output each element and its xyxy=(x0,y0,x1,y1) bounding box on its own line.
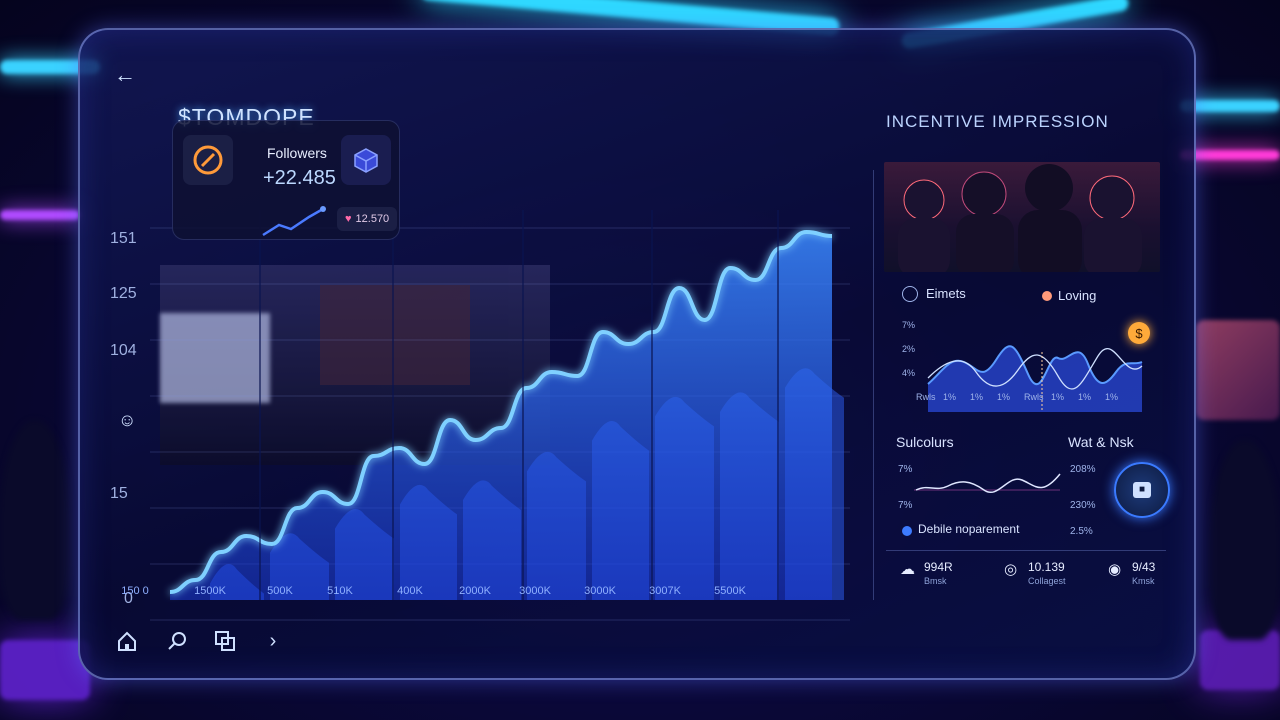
robot-icon: ■ xyxy=(1133,482,1151,498)
dollar-coin-icon[interactable]: $ xyxy=(1128,322,1150,344)
followers-value: +22.485 xyxy=(263,167,336,189)
legend-eimets: Eimets xyxy=(926,286,966,301)
mini-x-tick: 1% xyxy=(997,392,1011,402)
legend-loving: Loving xyxy=(1058,288,1097,303)
cloud-icon: ☁ xyxy=(900,561,915,578)
subs-legend-label: Debile noparement xyxy=(918,522,1020,536)
likes-value: 12.570 xyxy=(355,213,390,225)
subs-y-tick: 7% xyxy=(898,464,913,475)
dashboard-panel: ← $TOMDOPE 151 125 104 ☺ 15 0 150 0 1500K… xyxy=(78,28,1196,680)
footer-stat-sub: Bmsk xyxy=(924,576,947,586)
x-tick-label: 1500K xyxy=(194,585,226,597)
compass-icon xyxy=(193,145,223,175)
tab-incentive[interactable]: INCENTIVE xyxy=(886,112,986,132)
x-tick-label: 150 0 xyxy=(121,585,149,597)
mini-x-tick: 1% xyxy=(943,392,957,402)
heart-icon: ♥ xyxy=(345,213,352,225)
pin-icon: ◉ xyxy=(1108,561,1122,578)
watch-value: 208% xyxy=(1070,464,1096,475)
mini-y-tick: 2% xyxy=(902,344,916,354)
stage-light xyxy=(0,640,90,700)
footer-stat-sub: Kmsk xyxy=(1132,576,1155,586)
y-tick: 104 xyxy=(110,342,137,359)
stage-light xyxy=(0,210,80,220)
subs-line-chart xyxy=(914,473,1061,493)
crowd-silhouette xyxy=(0,420,70,620)
y-tick: 15 xyxy=(110,485,128,502)
x-tick-label: 3000K xyxy=(519,585,551,597)
legend-dot xyxy=(1042,291,1052,301)
cube-icon xyxy=(354,148,378,173)
mini-y-tick: 4% xyxy=(902,368,916,378)
emoji-icon[interactable]: ☺ xyxy=(118,410,136,431)
followers-label: Followers xyxy=(267,145,327,161)
followers-card: Followers +22.485 ♥ 12.570 xyxy=(172,120,400,240)
x-tick-label: 3007K xyxy=(649,585,681,597)
footer-stat-value: 9/43 xyxy=(1132,560,1156,574)
x-tick-label: 510K xyxy=(327,585,353,597)
x-tick-label: 500K xyxy=(267,585,293,597)
home-icon[interactable] xyxy=(114,628,140,654)
clock-icon xyxy=(902,286,918,302)
location-icon: ◎ xyxy=(1004,561,1018,578)
footer-stat-value: 10.139 xyxy=(1028,560,1065,574)
mini-x-tick: Rwls xyxy=(1024,392,1044,402)
stage-screen xyxy=(1196,320,1280,420)
mini-x-tick: 1% xyxy=(1051,392,1065,402)
y-tick: 125 xyxy=(110,285,137,302)
crowd-silhouette xyxy=(1210,440,1280,640)
likes-badge: ♥ 12.570 xyxy=(337,207,398,231)
x-tick-label: 5500K xyxy=(714,585,746,597)
subs-y-tick: 7% xyxy=(898,500,913,511)
trend-sparkline xyxy=(262,206,326,237)
x-tick-label: 2000K xyxy=(459,585,491,597)
cube-tile[interactable] xyxy=(341,135,391,185)
x-tick-label: 400K xyxy=(397,585,423,597)
divider xyxy=(886,550,1166,551)
mini-y-tick: 7% xyxy=(902,320,916,330)
watch-value: 230% xyxy=(1070,500,1096,511)
footer-stat-sub: Collagest xyxy=(1028,576,1066,586)
panel-divider xyxy=(873,170,874,600)
robot-avatar[interactable]: ■ xyxy=(1114,462,1170,518)
compass-tile[interactable] xyxy=(183,135,233,185)
mini-x-tick: 1% xyxy=(1078,392,1092,402)
subs-title: Sulcolurs xyxy=(896,434,954,450)
mini-x-tick: 1% xyxy=(970,392,984,402)
tab-impression[interactable]: IMPRESSION xyxy=(992,112,1109,132)
copy-icon[interactable] xyxy=(212,628,238,654)
watch-value: 2.5% xyxy=(1070,526,1093,537)
subs-legend-dot xyxy=(902,526,912,536)
chevron-right-icon[interactable]: › xyxy=(260,628,286,654)
audience-photo xyxy=(884,162,1160,272)
y-tick: 151 xyxy=(110,230,137,247)
x-tick-label: 3000K xyxy=(584,585,616,597)
footer-stat-value: 994R xyxy=(924,560,953,574)
mini-x-tick: 1% xyxy=(1105,392,1119,402)
watch-title: Wat & Nsk xyxy=(1068,434,1134,450)
mini-x-tick: Rwls xyxy=(916,392,936,402)
search-icon[interactable] xyxy=(164,628,190,654)
